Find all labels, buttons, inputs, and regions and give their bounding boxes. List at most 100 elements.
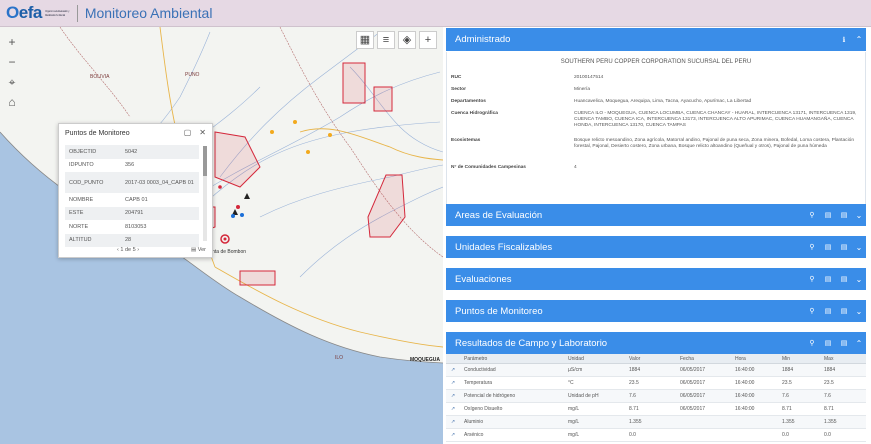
zoom-in-button[interactable]: +: [5, 35, 19, 49]
search-icon[interactable]: ⚲: [804, 275, 820, 283]
chevron-down-icon[interactable]: ⌄: [852, 211, 866, 220]
attr-row: IDPUNTO 356: [65, 159, 199, 173]
attr-key: ESTE: [69, 210, 84, 217]
pdf-icon[interactable]: ▤: [820, 211, 836, 219]
accordion-puntos-monitoreo[interactable]: Puntos de Monitoreo ⚲ ▤ ▤ ⌄: [446, 300, 866, 322]
excel-icon[interactable]: ▤: [836, 243, 852, 251]
table-row[interactable]: ↗ Oxígeno Disuelto mg/L 8.71 06/05/2017 16:4…: [446, 403, 866, 416]
chevron-down-icon[interactable]: ⌄: [852, 307, 866, 316]
info-row: Sector Minería: [451, 87, 861, 99]
info-icon[interactable]: ℹ: [836, 36, 852, 44]
cell: 8.71: [782, 406, 792, 412]
chart-icon[interactable]: ↗: [446, 419, 460, 425]
col-min[interactable]: Min: [780, 356, 822, 362]
info-value: Minería: [574, 87, 590, 92]
chart-icon[interactable]: ↗: [446, 367, 460, 373]
chevron-up-icon[interactable]: ⌃: [852, 35, 866, 44]
feature-popup: Puntos de Monitoreo ▢ ✕ OBJECTID 5042 IDP…: [58, 123, 213, 258]
cell: Unidad de pH: [568, 393, 599, 399]
basemap-grid-icon[interactable]: ▦: [356, 31, 374, 49]
map-label-ilo: ILO: [335, 355, 344, 361]
excel-icon[interactable]: ▤: [836, 307, 852, 315]
search-icon[interactable]: ⚲: [804, 243, 820, 251]
cell: 8.71: [629, 406, 639, 412]
attr-value: 28: [125, 237, 132, 244]
attr-value: CAPB 01: [125, 196, 148, 203]
zoom-to-link[interactable]: ▤ Ver: [191, 247, 206, 253]
cell: °C: [568, 380, 574, 386]
popup-scrollbar[interactable]: [203, 146, 207, 241]
accordion-title: Resultados de Campo y Laboratorio: [455, 337, 608, 349]
accordion-evaluaciones[interactable]: Evaluaciones ⚲ ▤ ▤ ⌄: [446, 268, 866, 290]
zoom-text: Ver: [197, 247, 206, 253]
info-value: Bosque relicto mesoandino, Zona agrícola…: [574, 138, 854, 150]
col-parametro[interactable]: Parámetro: [460, 356, 566, 362]
attr-row: NORTE 8103053: [65, 220, 199, 234]
administrado-info: RUC 20100147514 Sector Minería Departament…: [451, 75, 861, 177]
zoom-out-button[interactable]: −: [5, 55, 19, 69]
list-icon[interactable]: ≡: [377, 31, 395, 49]
plus-icon[interactable]: +: [419, 31, 437, 49]
cell: 16:40:00: [735, 393, 755, 399]
search-icon[interactable]: ⚲: [804, 307, 820, 315]
info-key: Ecosistemas: [451, 138, 481, 143]
table-row[interactable]: ↗ Temperatura °C 23.5 06/05/2017 16:40:00 23.…: [446, 377, 866, 390]
search-icon[interactable]: ⚲: [804, 211, 820, 219]
accordion-areas-evaluacion[interactable]: Areas de Evaluación ⚲ ▤ ▤ ⌄: [446, 204, 866, 226]
info-key: Sector: [451, 87, 466, 92]
pdf-icon[interactable]: ▤: [820, 243, 836, 251]
chevron-down-icon[interactable]: ⌄: [852, 275, 866, 284]
chart-icon[interactable]: ↗: [446, 380, 460, 386]
accordion-resultados[interactable]: Resultados de Campo y Laboratorio ⚲ ▤ ▤ ⌃: [446, 332, 866, 354]
info-row: Cuenca Hidrográfica CUENCA ILO - MOQUEGUA…: [451, 111, 861, 138]
table-row[interactable]: ↗ Conductividad µS/cm 1884 06/05/2017 16:40:…: [446, 364, 866, 377]
col-max[interactable]: Max: [822, 356, 866, 362]
chevron-up-icon[interactable]: ⌃: [852, 339, 866, 348]
search-icon[interactable]: ⚲: [804, 339, 820, 347]
layers-icon[interactable]: ◈: [398, 31, 416, 49]
col-valor[interactable]: Valor: [627, 356, 678, 362]
excel-icon[interactable]: ▤: [836, 275, 852, 283]
chart-icon[interactable]: ↗: [446, 432, 460, 438]
accordion-unidades-fiscalizables[interactable]: Unidades Fiscalizables ⚲ ▤ ▤ ⌄: [446, 236, 866, 258]
oefa-logo[interactable]: O efa Organismo de Evaluación y Fiscaliz…: [6, 3, 71, 23]
info-row: RUC 20100147514: [451, 75, 861, 87]
cell: mg/L: [568, 432, 580, 438]
excel-icon[interactable]: ▤: [836, 339, 852, 347]
accordion-administrado[interactable]: Administrado ℹ ⌃: [446, 28, 866, 51]
home-button[interactable]: ⌂: [5, 95, 19, 109]
table-header: Parámetro Unidad Valor Fecha Hora Min Ma…: [446, 354, 866, 364]
chart-icon[interactable]: ↗: [446, 406, 460, 412]
excel-icon[interactable]: ▤: [836, 211, 852, 219]
close-icon[interactable]: ✕: [199, 128, 206, 137]
chevron-down-icon[interactable]: ⌄: [852, 243, 866, 252]
scroll-thumb[interactable]: [203, 146, 207, 176]
cell: 16:40:00: [735, 406, 755, 412]
table-row[interactable]: ↗ Aluminio mg/L 1.355 1.355 1.355: [446, 416, 866, 429]
cell: 1884: [629, 367, 641, 373]
pager-text: 1 de 5: [120, 247, 136, 253]
pdf-icon[interactable]: ▤: [820, 307, 836, 315]
cell: 1884: [782, 367, 794, 373]
accordion-title: Puntos de Monitoreo: [455, 305, 543, 317]
attr-value: 8103053: [125, 223, 147, 230]
cell: 7.6: [782, 393, 789, 399]
cell: 23.5: [629, 380, 639, 386]
popup-pager[interactable]: ‹ 1 de 5 ›: [117, 247, 139, 253]
pdf-icon[interactable]: ▤: [820, 275, 836, 283]
col-fecha[interactable]: Fecha: [678, 356, 733, 362]
accordion-title: Evaluaciones: [455, 273, 512, 285]
map-view[interactable]: BOLIVIA MOQUEGUA Punta de Bombon ILO PUN…: [0, 27, 443, 444]
pdf-icon[interactable]: ▤: [820, 339, 836, 347]
chart-icon[interactable]: ↗: [446, 393, 460, 399]
col-unidad[interactable]: Unidad: [566, 356, 627, 362]
table-row[interactable]: ↗ Arsénico mg/L 0.0 0.0 0.0: [446, 429, 866, 442]
locate-button[interactable]: ⌖: [5, 75, 19, 89]
cell: Aluminio: [464, 419, 484, 425]
cell: 23.5: [824, 380, 834, 386]
info-key: Departamentos: [451, 99, 486, 104]
col-hora[interactable]: Hora: [733, 356, 780, 362]
dock-icon[interactable]: ▢: [184, 128, 192, 137]
table-row[interactable]: ↗ Potencial de hidrógeno Unidad de pH 7.6 0…: [446, 390, 866, 403]
attr-key: IDPUNTO: [69, 162, 94, 169]
